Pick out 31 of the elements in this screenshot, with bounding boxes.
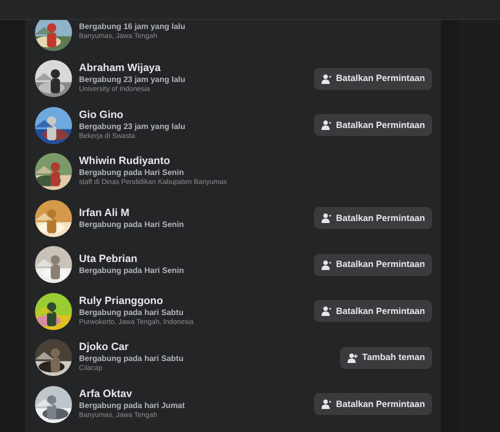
joined-text: Bergabung pada Hari Senin [79,266,185,276]
cancel-request-button[interactable]: Batalkan Permintaan [314,300,432,322]
person-name[interactable]: Arfa Oktav [79,388,314,401]
cancel-request-button[interactable]: Batalkan Permintaan [314,254,432,276]
joined-text: Bergabung pada hari Sabtu [79,354,184,364]
user-icon [320,213,332,224]
user-icon [320,306,332,316]
person-name[interactable]: Gio Gino [79,108,314,122]
cancel-request-button[interactable]: Batalkan Permintaan [314,207,432,230]
person-name[interactable]: Uta Pebrian [79,253,314,266]
joined-text: Bergabung 16 jam yang lalu [79,22,186,32]
person-name[interactable]: Whiwin Rudiyanto [79,155,432,168]
joined-text: Bergabung pada Hari Senin [79,220,185,230]
joined-text: Bergabung 23 jam yang lalu [79,122,186,132]
user-icon [320,120,332,130]
joined-text: Bergabung pada hari Jumat [79,400,186,411]
joined-text: Bergabung 23 jam yang lalu [79,75,186,86]
person-name[interactable]: Djoko Car [79,341,340,354]
joined-text: Bergabung pada Hari Senin [79,168,185,178]
add-friend-button[interactable]: Tambah teman [340,346,432,369]
person-name[interactable]: Irfan Ali M [79,206,314,220]
person-name[interactable]: Ruly Prianggono [79,294,314,308]
cancel-request-button[interactable]: Batalkan Permintaan [314,68,432,90]
user-icon [320,74,332,84]
person-name[interactable]: Abraham Wijaya [79,62,314,76]
cancel-request-button[interactable]: Batalkan Permintaan [314,393,432,416]
joined-text: Bergabung pada hari Sabtu [79,308,184,318]
user-icon [320,399,332,410]
cancel-request-button[interactable]: Batalkan Permintaan [314,114,432,136]
user-icon [320,260,332,270]
user-plus-icon [347,352,358,363]
